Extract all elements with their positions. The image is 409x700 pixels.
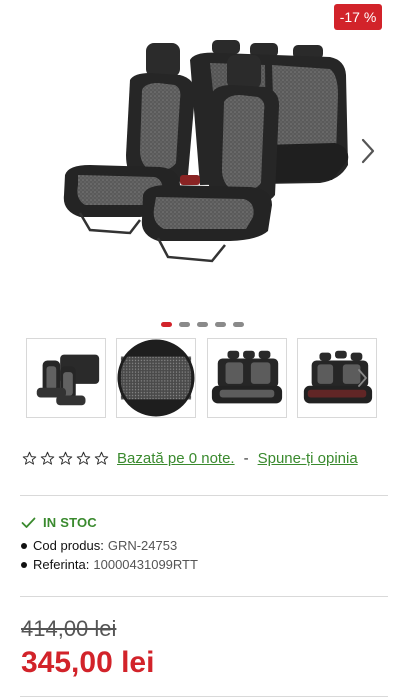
ratings-count-link[interactable]: Bazată pe 0 note. [117, 450, 235, 467]
pagination-dot[interactable] [233, 322, 244, 327]
reference-label: Referinta: [33, 557, 90, 572]
product-code-label: Cod produs: [33, 538, 104, 553]
old-price: 414,00 lei [21, 616, 117, 641]
rating-stars[interactable] [22, 451, 109, 466]
thumbnail-strip [26, 338, 409, 418]
separator: - [243, 449, 249, 467]
rating-row: Bazată pe 0 note. - Spune-ți opinia [22, 446, 402, 470]
pagination-dot[interactable] [161, 322, 172, 327]
divider [20, 495, 388, 496]
discount-badge: -17 % [334, 4, 382, 30]
chevron-right-icon[interactable] [356, 368, 368, 388]
pagination-dot[interactable] [215, 322, 226, 327]
thumbnail-fabric-pattern[interactable] [116, 338, 196, 418]
write-review-link[interactable]: Spune-ți opinia [258, 450, 358, 467]
star-outline-icon[interactable] [94, 451, 109, 466]
stock-status: IN STOC [21, 515, 97, 530]
star-outline-icon[interactable] [76, 451, 91, 466]
divider [20, 696, 388, 697]
gallery-pagination [161, 322, 244, 328]
stock-status-label: IN STOC [43, 515, 97, 530]
star-outline-icon[interactable] [58, 451, 73, 466]
pagination-dot[interactable] [197, 322, 208, 327]
bullet [21, 542, 27, 549]
divider [20, 596, 388, 597]
reference-value: 10000431099RTT [93, 557, 198, 572]
chevron-right-icon[interactable] [359, 137, 377, 165]
check-icon [21, 517, 36, 528]
current-price: 345,00 lei [21, 646, 155, 679]
product-gallery: -17 % [0, 0, 409, 310]
product-code-value: GRN-24753 [107, 538, 178, 553]
thumbnail-seat-set[interactable] [26, 338, 106, 418]
product-code-row: Cod produs: GRN-24753 [21, 538, 177, 553]
product-main-image[interactable] [50, 35, 350, 270]
thumbnail-rear-bench[interactable] [207, 338, 287, 418]
star-outline-icon[interactable] [22, 451, 37, 466]
bullet [21, 561, 27, 568]
reference-row: Referinta: 10000431099RTT [21, 557, 198, 572]
star-outline-icon[interactable] [40, 451, 55, 466]
pagination-dot[interactable] [179, 322, 190, 327]
